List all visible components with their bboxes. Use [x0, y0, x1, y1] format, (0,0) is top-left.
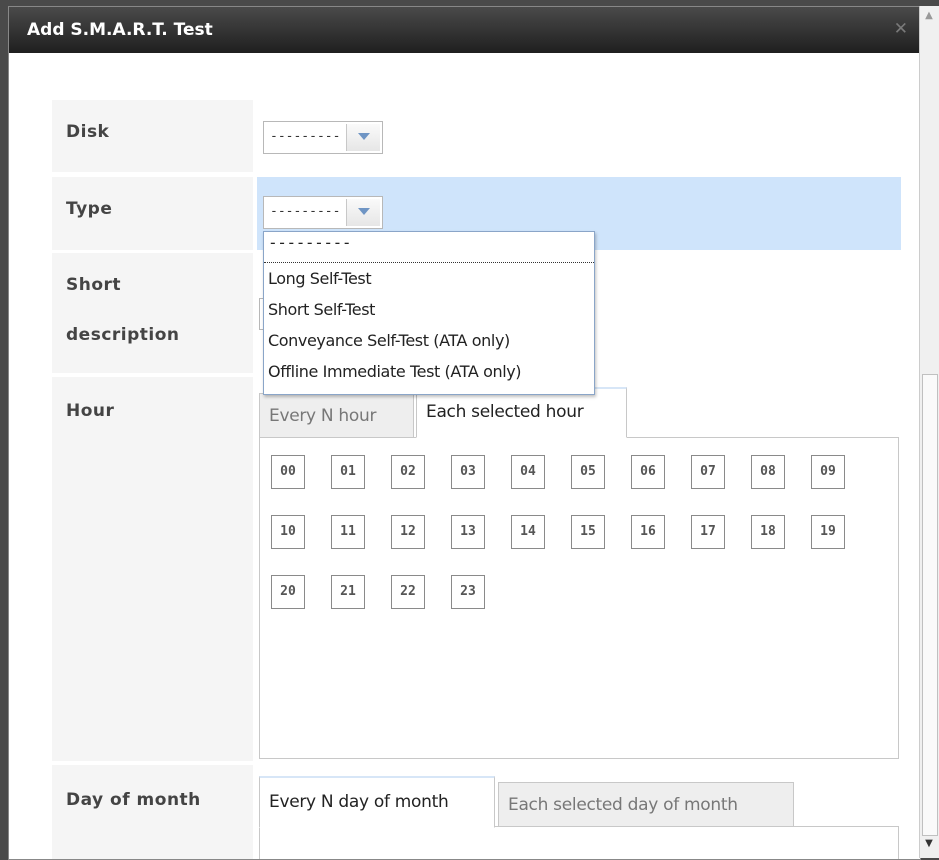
- dropdown-option[interactable]: Offline Immediate Test (ATA only): [264, 356, 594, 387]
- hour-tab-panel: 00 01 02 03 04 05 06 07 08 09 10 11 12 13 14 15 16 17 18 19…: [259, 437, 899, 759]
- chevron-down-icon[interactable]: [346, 124, 380, 151]
- hour-button[interactable]: 17: [691, 515, 725, 549]
- dropdown-option[interactable]: Conveyance Self-Test (ATA only): [264, 325, 594, 356]
- hour-button[interactable]: 07: [691, 455, 725, 489]
- disk-label: Disk: [66, 122, 110, 142]
- short-description-label-line1: Short: [66, 275, 122, 295]
- scroll-up-icon[interactable]: ▲: [922, 10, 936, 26]
- hour-button[interactable]: 02: [391, 455, 425, 489]
- dialog-title: Add S.M.A.R.T. Test: [27, 20, 213, 40]
- hour-button[interactable]: 11: [331, 515, 365, 549]
- type-dropdown-list: --------- Long Self-Test Short Self-Test…: [263, 231, 595, 395]
- day-of-month-tab-panel: [259, 826, 899, 859]
- hour-button[interactable]: 15: [571, 515, 605, 549]
- disk-select[interactable]: ---------: [263, 121, 383, 154]
- short-description-label-cell: Short description: [52, 253, 253, 373]
- scroll-down-icon[interactable]: ▼: [922, 838, 936, 854]
- add-smart-test-dialog: Add S.M.A.R.T. Test ✕ Disk --------- Typ…: [8, 6, 921, 860]
- scrollbar[interactable]: ▲ ▼: [919, 6, 939, 858]
- tab-each-selected-day-of-month[interactable]: Each selected day of month: [498, 782, 794, 828]
- hour-button[interactable]: 12: [391, 515, 425, 549]
- hour-button[interactable]: 21: [331, 575, 365, 609]
- dialog-titlebar[interactable]: Add S.M.A.R.T. Test ✕: [9, 7, 920, 53]
- hour-button[interactable]: 01: [331, 455, 365, 489]
- hour-label: Hour: [66, 401, 115, 421]
- hour-button[interactable]: 16: [631, 515, 665, 549]
- hour-button[interactable]: 23: [451, 575, 485, 609]
- hour-button[interactable]: 22: [391, 575, 425, 609]
- type-select-value: ---------: [270, 204, 341, 219]
- type-select[interactable]: ---------: [263, 196, 383, 229]
- hour-button[interactable]: 13: [451, 515, 485, 549]
- hour-button[interactable]: 10: [271, 515, 305, 549]
- hour-button[interactable]: 20: [271, 575, 305, 609]
- tab-every-n-hour[interactable]: Every N hour: [259, 393, 414, 437]
- hour-button[interactable]: 14: [511, 515, 545, 549]
- hour-button[interactable]: 05: [571, 455, 605, 489]
- hour-button[interactable]: 06: [631, 455, 665, 489]
- dropdown-option[interactable]: ---------: [264, 232, 594, 263]
- dropdown-option[interactable]: Short Self-Test: [264, 294, 594, 325]
- hour-button[interactable]: 03: [451, 455, 485, 489]
- day-of-month-label-cell: Day of month: [52, 765, 253, 859]
- type-label: Type: [66, 199, 113, 219]
- scrollbar-thumb[interactable]: [922, 374, 938, 836]
- tab-every-n-day-of-month[interactable]: Every N day of month: [259, 776, 495, 828]
- disk-label-cell: Disk: [52, 100, 253, 172]
- hour-button[interactable]: 00: [271, 455, 305, 489]
- dropdown-option[interactable]: Long Self-Test: [264, 263, 594, 294]
- hour-button[interactable]: 09: [811, 455, 845, 489]
- hour-button[interactable]: 19: [811, 515, 845, 549]
- type-label-cell: Type: [52, 177, 253, 250]
- hour-button[interactable]: 08: [751, 455, 785, 489]
- hour-button[interactable]: 04: [511, 455, 545, 489]
- close-icon[interactable]: ✕: [894, 19, 908, 39]
- hour-button[interactable]: 18: [751, 515, 785, 549]
- day-of-month-label: Day of month: [66, 790, 201, 810]
- disk-select-value: ---------: [270, 129, 341, 144]
- short-description-label-line2: description: [66, 325, 180, 345]
- chevron-down-icon[interactable]: [346, 199, 380, 226]
- hour-label-cell: Hour: [52, 377, 253, 761]
